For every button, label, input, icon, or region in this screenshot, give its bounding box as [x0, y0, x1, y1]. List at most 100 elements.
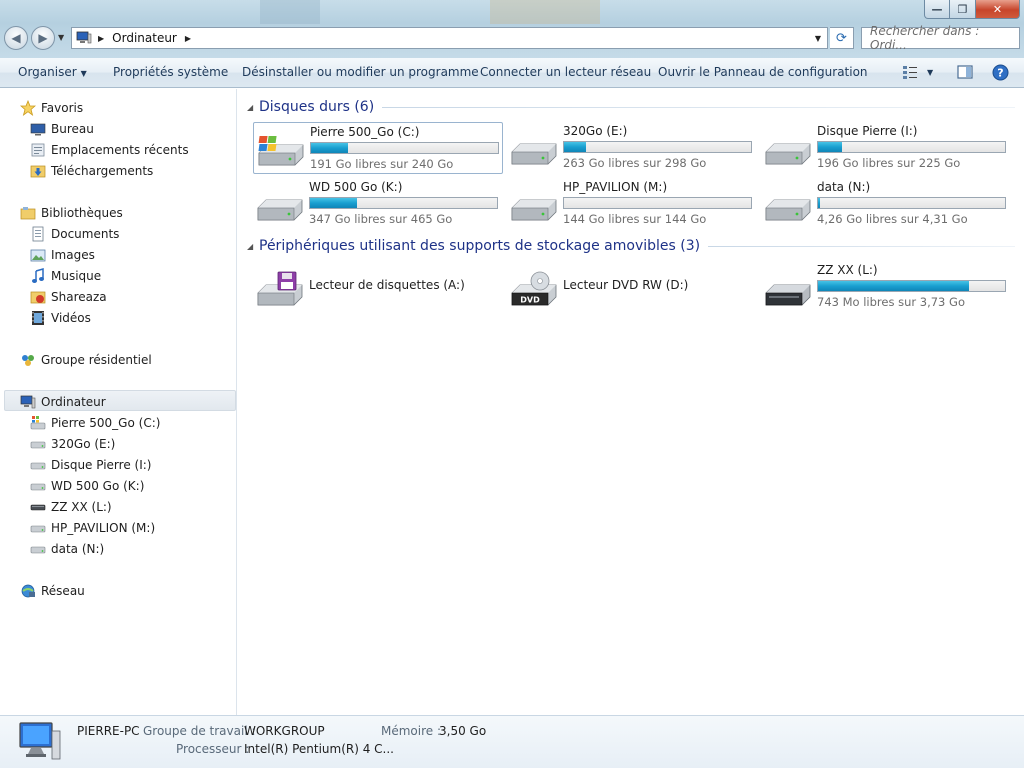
hard-drive-icon: [511, 143, 557, 165]
address-dropdown-icon[interactable]: ▼: [815, 34, 821, 43]
nav-homegroup[interactable]: Groupe résidentiel: [20, 349, 152, 370]
drive-tile-c[interactable]: Pierre 500_Go (C:) 191 Go libres sur 240…: [253, 122, 503, 174]
nav-item-label: ZZ XX (L:): [51, 499, 112, 514]
collapse-triangle-icon[interactable]: ◢: [247, 242, 259, 251]
nav-item-documents[interactable]: Documents: [30, 223, 119, 244]
drive-name: Lecteur DVD RW (D:): [563, 278, 689, 292]
drive-name: 320Go (E:): [563, 124, 628, 138]
desktop-icon: [30, 123, 46, 135]
nav-favorites[interactable]: Favoris: [20, 97, 83, 118]
documents-icon: [32, 226, 44, 241]
breadcrumb-separator-icon[interactable]: ▶: [98, 34, 104, 43]
search-placeholder: Rechercher dans : Ordi...: [870, 24, 980, 52]
group-title: Périphériques utilisant des supports de …: [259, 238, 701, 254]
preview-pane-icon[interactable]: [957, 64, 973, 80]
recent-pages-dropdown[interactable]: ▼: [58, 33, 64, 42]
nav-item-label: Pierre 500_Go (C:): [51, 415, 161, 430]
close-button[interactable]: ✕: [976, 0, 1020, 19]
nav-item-label: 320Go (E:): [51, 436, 116, 451]
view-options-dropdown-icon[interactable]: ▼: [927, 68, 933, 77]
address-bar[interactable]: ▶ Ordinateur ▶ ▼: [71, 27, 828, 49]
nav-item-music[interactable]: Musique: [30, 265, 101, 286]
command-bar: Organiser ▼ Propriétés système Désinstall…: [0, 58, 1024, 88]
organize-button[interactable]: Organiser ▼: [18, 65, 87, 79]
nav-item-drive-c[interactable]: Pierre 500_Go (C:): [30, 412, 160, 433]
group-divider: [382, 106, 1015, 108]
back-button[interactable]: ◀: [4, 26, 28, 50]
nav-item-drive-l[interactable]: ZZ XX (L:): [30, 496, 112, 517]
drive-name: Lecteur de disquettes (A:): [309, 278, 465, 292]
nav-network[interactable]: Réseau: [20, 580, 85, 601]
map-network-drive-button[interactable]: Connecter un lecteur réseau: [480, 65, 651, 79]
nav-item-label: Téléchargements: [51, 163, 154, 178]
uninstall-program-button[interactable]: Désinstaller ou modifier un programme: [242, 65, 479, 79]
nav-item-videos[interactable]: Vidéos: [30, 307, 91, 328]
drive-tile-i[interactable]: Disque Pierre (I:) 196 Go libres sur 225…: [761, 122, 1011, 174]
navigation-pane: Favoris Bureau Emplacements récents Télé…: [0, 89, 237, 715]
breadcrumb-computer[interactable]: Ordinateur: [112, 31, 177, 45]
removable-drive-icon: [765, 284, 811, 306]
chevron-down-icon: ▼: [80, 69, 87, 78]
windows-drive-icon: [258, 136, 304, 166]
breadcrumb-separator-icon[interactable]: ▶: [185, 34, 191, 43]
drive-free-space: 196 Go libres sur 225 Go: [817, 156, 961, 170]
nav-item-shareaza[interactable]: Shareaza: [30, 286, 107, 307]
processor-label: Processeur :: [176, 742, 250, 756]
search-input[interactable]: Rechercher dans : Ordi...: [861, 24, 1020, 52]
minimize-button[interactable]: —: [924, 0, 950, 19]
nav-item-drive-m[interactable]: HP_PAVILION (M:): [30, 517, 155, 538]
refresh-button[interactable]: ⟳: [830, 27, 854, 49]
window-controls: — ❐ ✕: [924, 0, 1020, 19]
hard-drive-icon: [257, 199, 303, 221]
hard-drive-icon: [511, 199, 557, 221]
star-icon: [20, 99, 36, 116]
drive-tile-n[interactable]: data (N:) 4,26 Go libres sur 4,31 Go: [761, 178, 1011, 230]
hard-drive-icon: [765, 143, 811, 165]
nav-item-drive-e[interactable]: 320Go (E:): [30, 433, 115, 454]
drive-tile-floppy-a[interactable]: Lecteur de disquettes (A:): [253, 261, 503, 313]
change-view-icon[interactable]: [902, 64, 918, 80]
open-control-panel-button[interactable]: Ouvrir le Panneau de configuration: [658, 65, 868, 79]
nav-libraries[interactable]: Bibliothèques: [20, 202, 123, 223]
forward-button[interactable]: ▶: [31, 26, 55, 50]
collapse-triangle-icon[interactable]: ◢: [247, 103, 259, 112]
drive-name: data (N:): [817, 180, 871, 194]
drive-tile-removable-l[interactable]: ZZ XX (L:) 743 Mo libres sur 3,73 Go: [761, 261, 1011, 313]
hard-drive-icon: [765, 199, 811, 221]
nav-item-label: Emplacements récents: [51, 142, 189, 157]
drive-name: Disque Pierre (I:): [817, 124, 918, 138]
group-header-removable[interactable]: ◢ Périphériques utilisant des supports d…: [247, 236, 1015, 256]
system-properties-button[interactable]: Propriétés système: [113, 65, 228, 79]
nav-item-recent-places[interactable]: Emplacements récents: [30, 139, 189, 160]
nav-item-drive-k[interactable]: WD 500 Go (K:): [30, 475, 144, 496]
drive-tile-m[interactable]: HP_PAVILION (M:) 144 Go libres sur 144 G…: [507, 178, 757, 230]
shareaza-folder-icon: [30, 291, 46, 303]
drive-tile-dvd-d[interactable]: DVD Lecteur DVD RW (D:): [507, 261, 757, 313]
drive-usage-fill: [310, 198, 357, 208]
glass-decoration: [260, 0, 320, 24]
drive-tile-e[interactable]: 320Go (E:) 263 Go libres sur 298 Go: [507, 122, 757, 174]
forward-arrow-icon: ▶: [38, 31, 48, 45]
removable-drive-icon: [30, 504, 46, 510]
group-header-hard-disks[interactable]: ◢ Disques durs (6): [247, 97, 1015, 117]
computer-large-icon: [19, 722, 61, 760]
nav-item-pictures[interactable]: Images: [30, 244, 95, 265]
nav-computer[interactable]: Ordinateur: [20, 391, 106, 412]
nav-item-label: Bureau: [51, 121, 94, 136]
drive-free-space: 743 Mo libres sur 3,73 Go: [817, 295, 965, 309]
nav-item-label: Images: [51, 247, 95, 262]
maximize-button[interactable]: ❐: [950, 0, 976, 19]
drive-name: HP_PAVILION (M:): [563, 180, 668, 194]
nav-item-downloads[interactable]: Téléchargements: [30, 160, 153, 181]
drive-usage-fill: [564, 142, 587, 152]
help-icon[interactable]: ?: [992, 64, 1009, 81]
nav-item-drive-n[interactable]: data (N:): [30, 538, 104, 559]
nav-item-desktop[interactable]: Bureau: [30, 118, 94, 139]
nav-item-drive-i[interactable]: Disque Pierre (I:): [30, 454, 151, 475]
drive-tile-k[interactable]: WD 500 Go (K:) 347 Go libres sur 465 Go: [253, 178, 503, 230]
nav-item-label: data (N:): [51, 541, 105, 556]
memory-value: 3,50 Go: [439, 724, 487, 738]
nav-homegroup-label: Groupe résidentiel: [41, 352, 152, 367]
drive-usage-fill: [311, 143, 349, 153]
libraries-icon: [20, 206, 36, 219]
